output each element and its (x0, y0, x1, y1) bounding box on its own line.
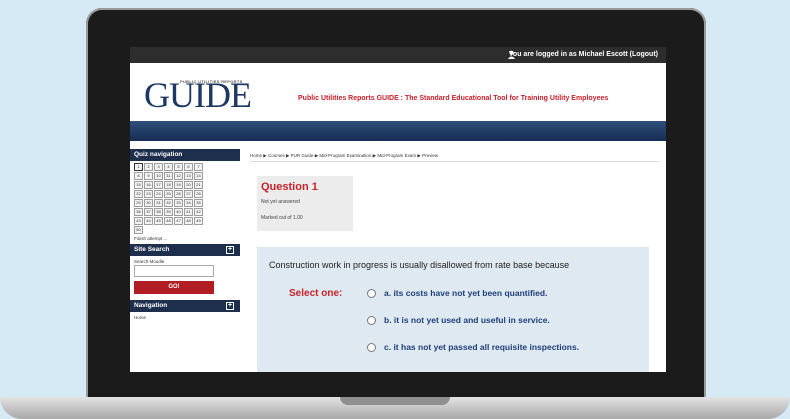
site-search-header: Site Search + (130, 244, 240, 256)
quiz-question-button[interactable]: 49 (194, 217, 203, 225)
quiz-question-button[interactable]: 9 (144, 172, 153, 180)
header-nav-bar (130, 121, 666, 141)
search-go-button[interactable]: GO! (134, 281, 214, 294)
answer-label[interactable]: c. it has not yet passed all requisite i… (384, 342, 579, 352)
quiz-question-button[interactable]: 42 (194, 208, 203, 216)
quiz-question-button[interactable]: 7 (194, 163, 203, 171)
quiz-question-button[interactable]: 40 (174, 208, 183, 216)
quiz-question-button[interactable]: 37 (144, 208, 153, 216)
quiz-question-button[interactable]: 14 (194, 172, 203, 180)
question-status: Not yet answered (261, 199, 300, 205)
breadcrumb-divider (250, 161, 660, 162)
quiz-question-button[interactable]: 29 (134, 199, 143, 207)
quiz-question-button[interactable]: 15 (134, 181, 143, 189)
site-header: GUIDE PUBLIC UTILITIES REPORTS Public Ut… (130, 63, 666, 121)
search-input[interactable] (134, 265, 214, 277)
navigation-title: Navigation (134, 302, 168, 309)
quiz-question-button[interactable]: 10 (154, 172, 163, 180)
search-label: Search Moodle (134, 259, 165, 264)
question-text: Construction work in progress is usually… (269, 260, 570, 270)
select-one-label: Select one: (289, 288, 343, 299)
top-bar: You are logged in as Michael Escott (Log… (130, 47, 666, 63)
quiz-question-button[interactable]: 19 (174, 181, 183, 189)
site-tagline: Public Utilities Reports GUIDE : The Sta… (298, 95, 609, 102)
radio-button[interactable] (367, 342, 376, 352)
quiz-question-button[interactable]: 41 (184, 208, 193, 216)
site-search-title: Site Search (134, 246, 170, 253)
laptop-hinge-notch (340, 397, 450, 405)
quiz-question-button[interactable]: 18 (164, 181, 173, 189)
quiz-question-button[interactable]: 8 (134, 172, 143, 180)
quiz-question-button[interactable]: 3 (154, 163, 163, 171)
answer-label[interactable]: b. it is not yet used and useful in serv… (384, 315, 550, 325)
question-marks: Marked out of 1.00 (261, 215, 303, 221)
quiz-question-button[interactable]: 23 (144, 190, 153, 198)
quiz-question-button[interactable]: 32 (164, 199, 173, 207)
quiz-question-button[interactable]: 20 (184, 181, 193, 189)
question-title: Question 1 (261, 181, 318, 193)
quiz-question-button[interactable]: 2 (144, 163, 153, 171)
answer-option-a[interactable]: a. its costs have not yet been quantifie… (367, 288, 547, 298)
quiz-question-button[interactable]: 17 (154, 181, 163, 189)
quiz-question-button[interactable]: 13 (184, 172, 193, 180)
laptop-screen: You are logged in as Michael Escott (Log… (130, 47, 666, 372)
quiz-question-button[interactable]: 25 (164, 190, 173, 198)
quiz-question-button[interactable]: 27 (184, 190, 193, 198)
radio-button[interactable] (367, 288, 376, 298)
collapse-icon[interactable]: + (226, 246, 234, 254)
quiz-question-button[interactable]: 12 (174, 172, 183, 180)
answer-option-b[interactable]: b. it is not yet used and useful in serv… (367, 315, 550, 325)
breadcrumb[interactable]: Home ▶ Courses ▶ PUR Guide ▶ Mid-Program… (250, 153, 438, 159)
quiz-question-button[interactable]: 38 (154, 208, 163, 216)
quiz-question-button[interactable]: 45 (154, 217, 163, 225)
quiz-question-button[interactable]: 31 (154, 199, 163, 207)
quiz-question-button[interactable]: 46 (164, 217, 173, 225)
quiz-question-button[interactable]: 16 (144, 181, 153, 189)
quiz-question-button[interactable]: 33 (174, 199, 183, 207)
navigation-header: Navigation + (130, 300, 240, 312)
radio-button[interactable] (367, 315, 376, 325)
quiz-navigation-header: Quiz navigation (130, 149, 240, 161)
quiz-question-button[interactable]: 30 (144, 199, 153, 207)
login-status-link[interactable]: You are logged in as Michael Escott (Log… (509, 51, 658, 58)
answer-option-c[interactable]: c. it has not yet passed all requisite i… (367, 342, 579, 352)
quiz-question-button[interactable]: 48 (184, 217, 193, 225)
quiz-question-button[interactable]: 34 (184, 199, 193, 207)
quiz-question-button[interactable]: 47 (174, 217, 183, 225)
quiz-question-button[interactable]: 22 (134, 190, 143, 198)
left-column: Quiz navigation 1 2 3 4 5 6 7 8 9 10 11 12 13 14 15 16 1… (130, 149, 240, 323)
quiz-question-button[interactable]: 35 (194, 199, 203, 207)
quiz-question-button[interactable]: 50 (134, 226, 143, 234)
logo-subtitle: PUBLIC UTILITIES REPORTS (180, 79, 243, 84)
quiz-question-button[interactable]: 26 (174, 190, 183, 198)
question-formulation: Construction work in progress is usually… (257, 247, 649, 372)
quiz-question-button[interactable]: 24 (154, 190, 163, 198)
quiz-question-button[interactable]: 5 (174, 163, 183, 171)
nav-item-home[interactable]: Home (130, 312, 240, 323)
quiz-question-button[interactable]: 36 (134, 208, 143, 216)
quiz-question-button[interactable]: 6 (184, 163, 193, 171)
quiz-question-button[interactable]: 28 (194, 190, 203, 198)
finish-attempt-link[interactable]: Finish attempt ... (130, 235, 240, 244)
quiz-question-button[interactable]: 4 (164, 163, 173, 171)
quiz-question-button[interactable]: 44 (144, 217, 153, 225)
quiz-question-button[interactable]: 1 (134, 163, 143, 171)
quiz-question-button[interactable]: 11 (164, 172, 173, 180)
quiz-navigation-title: Quiz navigation (134, 151, 183, 158)
quiz-question-button[interactable]: 43 (134, 217, 143, 225)
quiz-question-button[interactable]: 21 (194, 181, 203, 189)
answer-label[interactable]: a. its costs have not yet been quantifie… (384, 288, 547, 298)
quiz-question-button[interactable]: 39 (164, 208, 173, 216)
question-info-box: Question 1 Not yet answered Marked out o… (257, 176, 353, 231)
collapse-icon[interactable]: + (226, 302, 234, 310)
quiz-navigation-grid: 1 2 3 4 5 6 7 8 9 10 11 12 13 14 15 16 17 18 19 20 21 22 23 24 2… (130, 161, 206, 235)
